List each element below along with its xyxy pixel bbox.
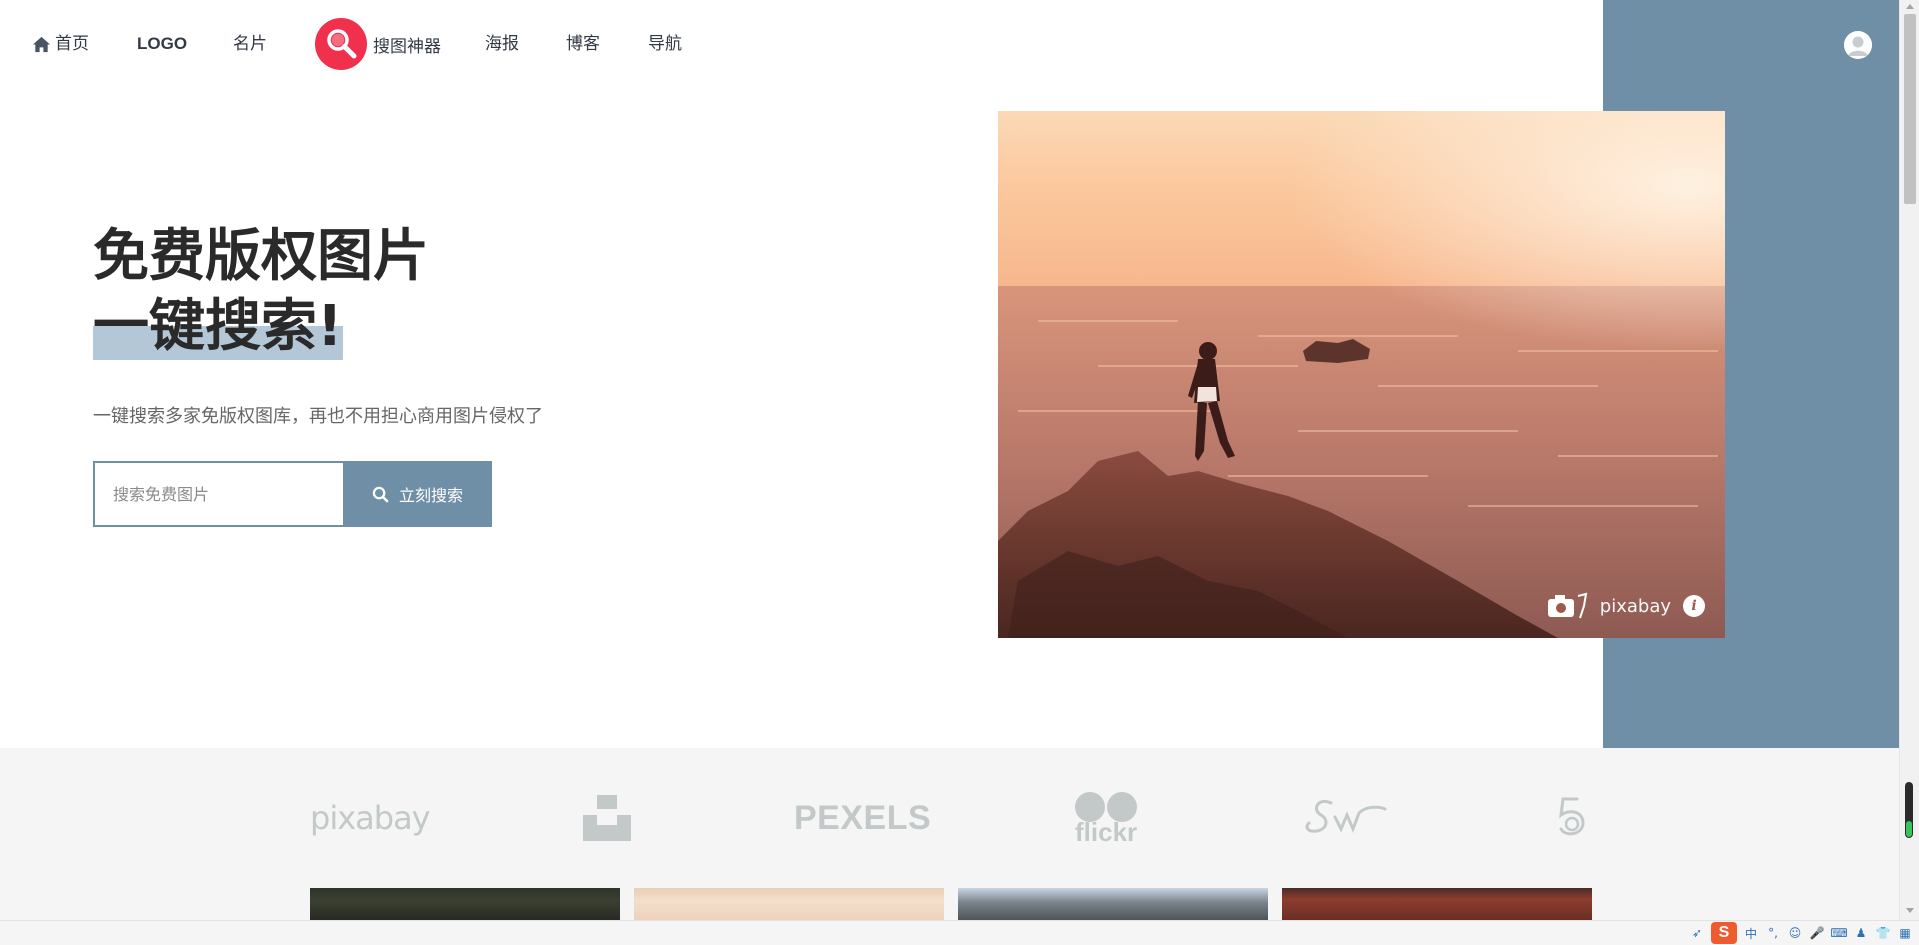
scroll-down-icon[interactable] (1906, 908, 1914, 913)
grid-icon[interactable]: ▦ (1897, 925, 1913, 941)
system-tray-bar: ➶ S 中 °, ☺ 🎤 ⌨ ♟ 👕 ▦ (0, 920, 1919, 945)
hero-title-line1: 免费版权图片 (93, 224, 429, 289)
keyboard-icon[interactable]: ⌨ (1830, 925, 1847, 941)
user-icon[interactable]: ♟ (1853, 925, 1869, 941)
home-icon (32, 36, 51, 52)
nav-card-link[interactable]: 名片 (233, 30, 267, 58)
search-button[interactable]: 立刻搜索 (343, 461, 492, 527)
punctuation-toggle[interactable]: °, (1765, 925, 1781, 941)
500px-logo[interactable] (1553, 790, 1589, 846)
sunset-sea-photo (998, 111, 1725, 638)
user-avatar-icon[interactable] (1844, 31, 1872, 59)
hero-title-line2: 一键搜索! (93, 294, 343, 359)
photo-credit: pixabay i (1546, 592, 1705, 620)
emoji-icon[interactable]: ☺ (1787, 925, 1803, 941)
thumbnail-1[interactable] (310, 888, 620, 920)
search-button-label: 立刻搜索 (398, 486, 463, 505)
ime-logo-icon[interactable]: S (1711, 922, 1737, 944)
search-form: 立刻搜索 (93, 461, 492, 527)
pixabay-logo[interactable]: pixabay (310, 790, 431, 846)
info-icon[interactable]: i (1683, 595, 1705, 617)
stocksnap-logo[interactable] (1305, 790, 1387, 846)
top-nav: 首页 LOGO 名片 搜图神器 海报 博客 导航 (0, 0, 1603, 88)
shirt-icon[interactable]: 👕 (1875, 925, 1891, 941)
volume-level-fill (1906, 821, 1912, 837)
thumbnail-3[interactable] (958, 888, 1268, 920)
volume-level-indicator (1905, 782, 1913, 838)
rocket-icon[interactable]: ➶ (1689, 925, 1705, 941)
nav-logo-link[interactable]: LOGO (137, 30, 187, 58)
pexels-logo[interactable]: PEXELS (794, 790, 931, 846)
ime-mode[interactable]: 中 (1743, 925, 1759, 941)
search-input[interactable] (93, 461, 343, 527)
flickr-wordmark: flickr (1075, 817, 1138, 847)
scroll-up-icon[interactable] (1906, 4, 1914, 9)
nav-search-tool-link[interactable]: 搜图神器 (315, 18, 441, 70)
scroll-thumb[interactable] (1904, 14, 1916, 204)
search-icon (372, 486, 389, 502)
magnifier-icon (315, 18, 367, 70)
nav-home-label: 首页 (55, 34, 89, 54)
flickr-logo[interactable]: flickr (1075, 790, 1137, 846)
hero-title-line2-wrap: 一键搜索! (93, 292, 343, 362)
unsplash-logo[interactable] (583, 790, 631, 846)
camera-icon (1547, 592, 1588, 619)
photo-credit-label: pixabay (1599, 595, 1671, 617)
nav-search-tool-label: 搜图神器 (373, 36, 441, 57)
hero-title: 免费版权图片 一键搜索! (93, 222, 429, 362)
thumbnail-2[interactable] (634, 888, 944, 920)
microphone-icon[interactable]: 🎤 (1809, 925, 1825, 941)
photo-thumbnails (310, 888, 1592, 920)
system-tray: ➶ S 中 °, ☺ 🎤 ⌨ ♟ 👕 ▦ (1689, 922, 1913, 944)
hero-subtitle: 一键搜索多家免版权图库，再也不用担心商用图片侵权了 (93, 406, 543, 427)
nav-home-link[interactable]: 首页 (32, 30, 89, 58)
hero-photo[interactable]: pixabay i (998, 111, 1725, 638)
nav-blog-link[interactable]: 博客 (566, 30, 600, 58)
thumbnail-4[interactable] (1282, 888, 1592, 920)
nav-guide-link[interactable]: 导航 (648, 30, 682, 58)
nav-poster-link[interactable]: 海报 (485, 30, 519, 58)
